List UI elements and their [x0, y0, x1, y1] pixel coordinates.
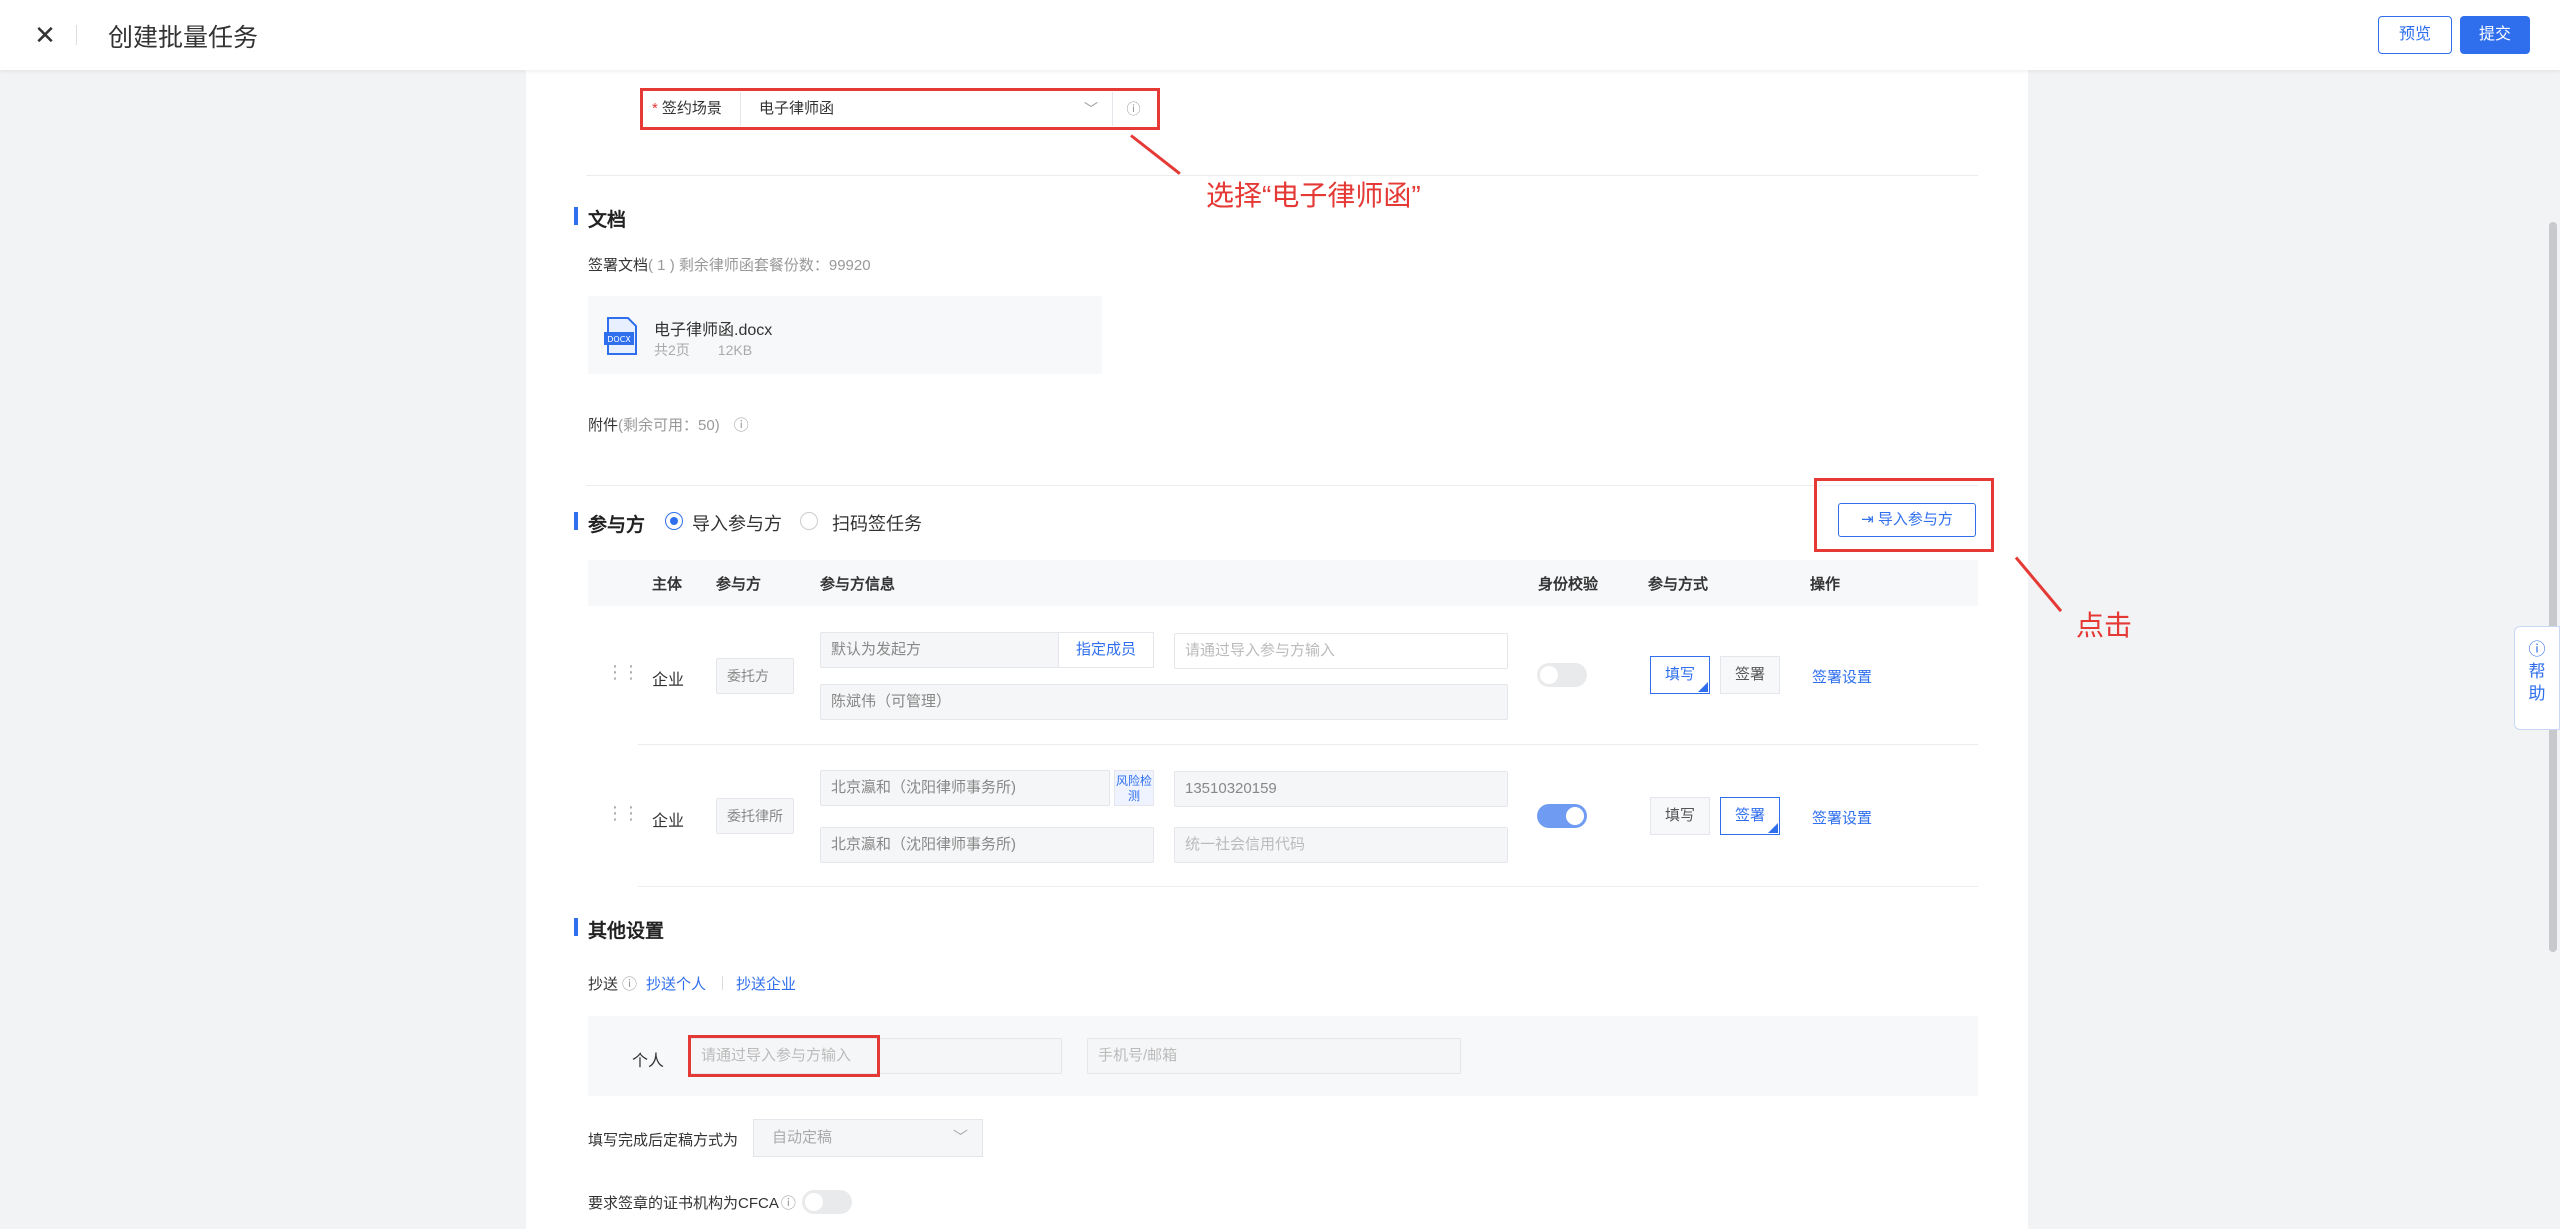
cc-personal-link[interactable]: 抄送个人	[646, 973, 706, 994]
radio-scan-task[interactable]	[800, 512, 818, 530]
divider	[586, 485, 1978, 486]
cc-label: 抄送 ⓘ	[588, 976, 638, 993]
assign-member-button[interactable]: 指定成员	[1058, 632, 1154, 668]
mode-fill-button[interactable]: 填写	[1650, 656, 1710, 694]
page-title: 创建批量任务	[108, 24, 259, 52]
chevron-down-icon: ﹀	[952, 1129, 968, 1146]
annotation-select-hint: 选择“电子律师函”	[1206, 180, 1421, 211]
mode-sign-button[interactable]: 签署	[1720, 797, 1780, 835]
role-input[interactable]: 委托方	[716, 658, 794, 694]
import-icon: ⇥	[1861, 511, 1874, 528]
help-icon: ⓘ	[2528, 640, 2546, 659]
help-tab[interactable]: ⓘ 帮助	[2514, 626, 2560, 730]
document-name: 电子律师函.docx	[654, 322, 773, 339]
identity-verify-toggle[interactable]	[1537, 804, 1587, 828]
row-subject: 企业	[652, 672, 685, 689]
document-meta: 共2页 12KB	[654, 342, 753, 358]
column-header: 参与方信息	[820, 576, 896, 593]
participant-info-input[interactable]: 北京瀛和（沈阳律师事务所)	[820, 770, 1110, 806]
participant-sub-input[interactable]: 北京瀛和（沈阳律师事务所)	[820, 827, 1154, 863]
participant-contact-input[interactable]: 请通过导入参与方输入	[1174, 633, 1508, 669]
cfca-label: 要求签章的证书机构为CFCA ⓘ	[588, 1195, 796, 1212]
radio-import-label: 导入参与方	[692, 514, 782, 534]
help-label: 帮助	[2528, 662, 2546, 703]
chevron-down-icon: ﹀	[1084, 101, 1098, 117]
column-header: 参与方	[716, 576, 762, 593]
person-label: 个人	[632, 1053, 665, 1070]
preview-button[interactable]: 预览	[2378, 16, 2452, 54]
question-icon[interactable]: ⓘ	[1112, 92, 1154, 126]
close-icon[interactable]: ✕	[30, 20, 60, 50]
row-divider	[638, 744, 1978, 745]
scrollbar[interactable]	[2549, 222, 2557, 952]
column-header: 主体	[652, 576, 683, 593]
section-title-other-settings: 其他设置	[574, 916, 664, 943]
info-icon: ⓘ	[733, 417, 749, 434]
participant-info-input[interactable]: 默认为发起方	[820, 632, 1060, 668]
scene-select-value: 电子律师函	[759, 100, 835, 117]
drag-handle-icon[interactable]: ⋮⋮	[606, 662, 640, 683]
finalize-select-value: 自动定稿	[772, 1129, 833, 1146]
drag-handle-icon[interactable]: ⋮⋮	[606, 803, 640, 824]
participant-sub-input[interactable]: 陈斌伟（可管理）	[820, 684, 1508, 720]
sign-settings-link[interactable]: 签署设置	[1812, 666, 1872, 687]
radio-import-participants[interactable]	[665, 512, 683, 530]
column-header: 操作	[1810, 576, 1841, 593]
top-bar: ✕ 创建批量任务 预览 提交	[0, 0, 2560, 70]
risk-check-button[interactable]: 风险检测	[1114, 770, 1154, 806]
finalize-label: 填写完成后定稿方式为	[588, 1132, 739, 1149]
finalize-select[interactable]: 自动定稿 ﹀	[753, 1119, 983, 1157]
cc-person-highlight-box	[688, 1035, 880, 1077]
sign-doc-label: 签署文档( 1 ) 剩余律师函套餐份数：99920	[588, 257, 871, 274]
identity-verify-toggle[interactable]	[1537, 663, 1587, 687]
participant-contact-input[interactable]: 13510320159	[1174, 771, 1508, 807]
info-icon: ⓘ	[622, 976, 638, 993]
mode-fill-button[interactable]: 填写	[1650, 797, 1710, 835]
docx-file-icon: DOCX	[604, 317, 637, 355]
attachment-label: 附件(剩余可用：50) ⓘ	[588, 417, 749, 434]
role-input[interactable]: 委托律所	[716, 798, 794, 834]
column-header: 身份校验	[1538, 576, 1599, 593]
document-card[interactable]: DOCX 电子律师函.docx 共2页 12KB	[588, 296, 1102, 374]
import-participants-button[interactable]: ⇥ 导入参与方	[1838, 503, 1976, 537]
link-divider	[722, 976, 723, 990]
mode-sign-button[interactable]: 签署	[1720, 656, 1780, 694]
row-subject: 企业	[652, 813, 685, 830]
scene-label: * 签约场景	[652, 100, 722, 117]
section-title-participants: 参与方	[574, 510, 645, 537]
credit-code-input[interactable]: 统一社会信用代码	[1174, 827, 1508, 863]
cc-contact-input[interactable]: 手机号/邮箱	[1087, 1038, 1461, 1074]
svg-text:DOCX: DOCX	[607, 335, 631, 344]
header-divider	[76, 25, 77, 45]
row-divider	[638, 886, 1978, 887]
divider	[586, 175, 1978, 176]
submit-button[interactable]: 提交	[2460, 16, 2530, 54]
cfca-toggle[interactable]	[802, 1190, 852, 1214]
scene-select[interactable]: 电子律师函 ﹀	[740, 92, 1112, 126]
radio-scan-label: 扫码签任务	[832, 514, 922, 534]
annotation-click-hint: 点击	[2076, 610, 2133, 641]
table-header: 主体 参与方 参与方信息 身份校验 参与方式 操作	[588, 560, 1978, 606]
info-icon: ⓘ	[780, 1195, 796, 1212]
section-title-documents: 文档	[574, 205, 626, 232]
sign-settings-link[interactable]: 签署设置	[1812, 807, 1872, 828]
column-header: 参与方式	[1648, 576, 1709, 593]
cc-company-link[interactable]: 抄送企业	[736, 973, 796, 994]
